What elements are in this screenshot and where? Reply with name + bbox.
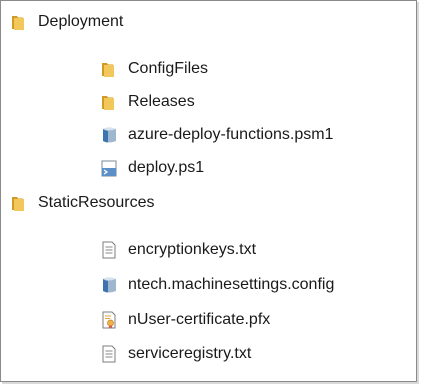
tree-item-label: Releases: [128, 93, 195, 110]
certificate-file-icon: [99, 310, 119, 330]
folder-icon: [9, 12, 29, 32]
tree-file-encryptionkeys[interactable]: encryptionkeys.txt: [99, 237, 256, 263]
tree-item-label: serviceregistry.txt: [128, 345, 252, 362]
tree-file-deploy-ps1[interactable]: deploy.ps1: [99, 155, 204, 181]
tree-file-azure-deploy-functions[interactable]: azure-deploy-functions.psm1: [99, 122, 333, 148]
tree-folder-deployment[interactable]: Deployment: [9, 9, 123, 35]
folder-icon: [99, 92, 119, 112]
tree-folder-releases[interactable]: Releases: [99, 89, 195, 115]
powershell-script-icon: [99, 158, 119, 178]
tree-item-label: ntech.machinesettings.config: [128, 276, 335, 293]
folder-icon: [9, 193, 29, 213]
tree-item-label: encryptionkeys.txt: [128, 241, 257, 258]
tree-file-machinesettings-config[interactable]: ntech.machinesettings.config: [99, 272, 334, 298]
tree-file-serviceregistry[interactable]: serviceregistry.txt: [99, 341, 251, 367]
config-file-icon: [99, 275, 119, 295]
tree-item-label: nUser-certificate.pfx: [128, 311, 271, 328]
text-file-icon: [99, 344, 119, 364]
tree-item-label: deploy.ps1: [128, 159, 205, 176]
tree-item-label: Deployment: [38, 13, 124, 30]
tree-item-label: azure-deploy-functions.psm1: [128, 126, 334, 143]
text-file-icon: [99, 240, 119, 260]
powershell-module-icon: [99, 125, 119, 145]
file-tree-panel: Deployment ConfigFiles Releases azure-de…: [0, 0, 417, 382]
tree-item-label: ConfigFiles: [128, 60, 209, 77]
tree-folder-staticresources[interactable]: StaticResources: [9, 190, 155, 216]
tree-file-user-certificate[interactable]: nUser-certificate.pfx: [99, 307, 270, 333]
tree-folder-configfiles[interactable]: ConfigFiles: [99, 56, 208, 82]
tree-item-label: StaticResources: [38, 194, 155, 211]
folder-icon: [99, 59, 119, 79]
